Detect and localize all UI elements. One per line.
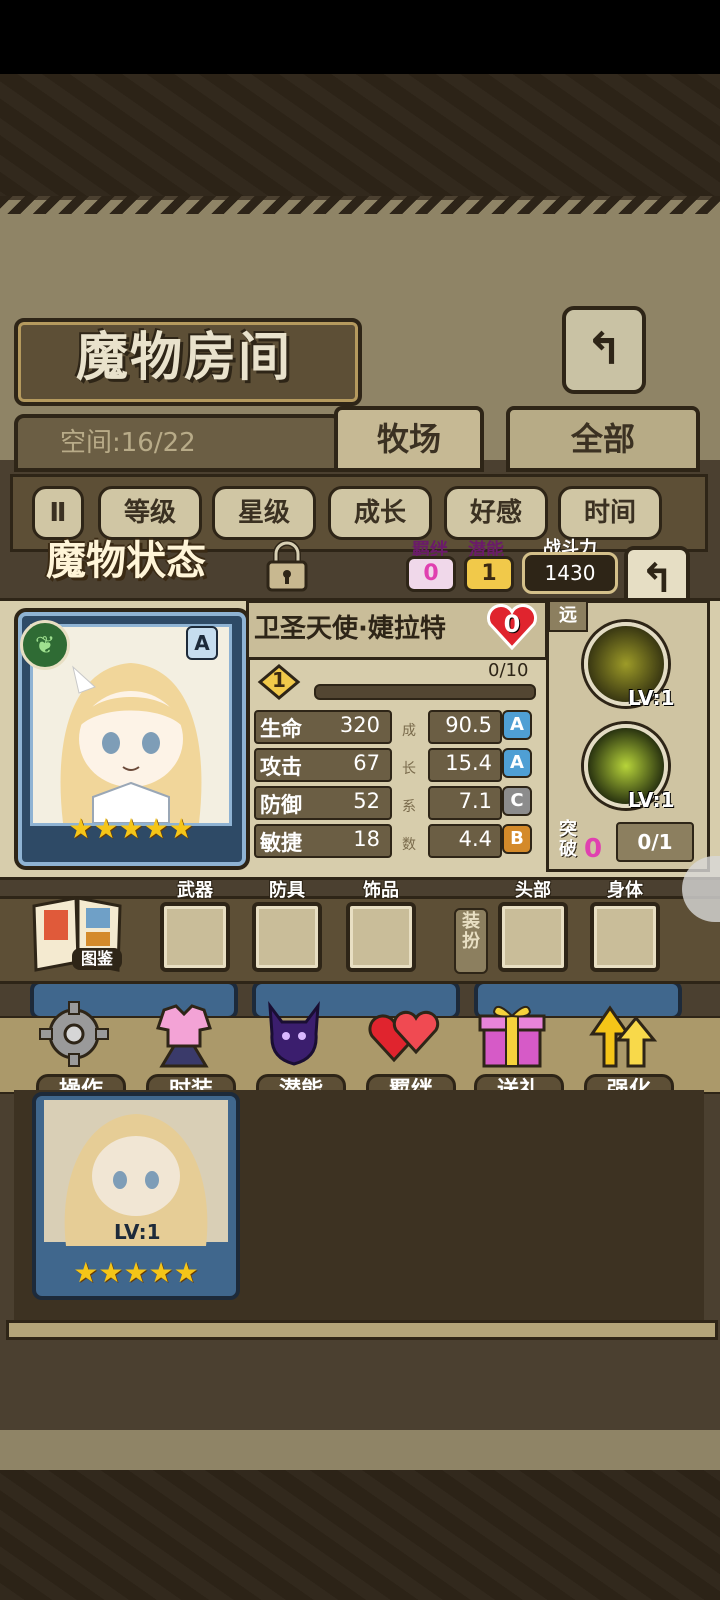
accessory-slot[interactable] <box>346 902 416 972</box>
breakthrough-label: 突破 <box>559 819 577 860</box>
attack-type-badge: 远 <box>548 600 588 632</box>
star-icon: ★ <box>173 1256 199 1289</box>
star-icon: ★ <box>73 1256 99 1289</box>
stat-name: 敏捷 <box>260 831 302 855</box>
dress-up-label: 装扮 <box>454 908 488 974</box>
heart-badge: 0 <box>486 603 538 651</box>
stat-value: 52 <box>353 789 380 813</box>
sort-growth-button[interactable]: 成长 <box>328 486 432 540</box>
level-value: 1 <box>272 668 286 692</box>
growth-value: 15.4 <box>445 751 492 775</box>
grade-badge: A <box>502 748 532 778</box>
slot-label: 身体 <box>607 880 643 901</box>
star-icon: ★ <box>148 1256 174 1289</box>
gift-icon <box>478 1005 546 1068</box>
dress-icon <box>156 1004 212 1068</box>
slot-label: 武器 <box>177 880 213 901</box>
heart-value: 0 <box>503 610 521 638</box>
page-title: 魔物房间 <box>75 327 292 388</box>
upgrade-arrows-icon <box>589 1005 658 1068</box>
gear-icon <box>39 1001 109 1067</box>
grade-badge: B <box>502 824 532 854</box>
card-level: LV:1 <box>114 1220 161 1244</box>
codex-label: 图鉴 <box>72 948 122 970</box>
card-star-rating: ★★★★★ <box>36 1256 236 1289</box>
stat-value: 67 <box>353 751 380 775</box>
bond-value: 0 <box>406 556 456 592</box>
exp-bar <box>314 684 536 700</box>
back-button[interactable]: ↰ <box>562 306 646 394</box>
growth-label-char: 系 <box>402 799 416 815</box>
stat-name: 攻击 <box>260 755 302 779</box>
space-counter: 空间:16/22 <box>60 428 196 458</box>
slot-label: 饰品 <box>363 880 399 901</box>
monster-card[interactable]: LV:1 ★★★★★ <box>32 1092 240 1300</box>
tab-farm[interactable]: 牧场 <box>334 406 484 472</box>
monster-name: 卫圣天使·婕拉特 <box>254 614 446 644</box>
star-rating: ★★★★★ <box>56 812 206 845</box>
torn-edge-bottom <box>0 1430 720 1470</box>
lock-icon[interactable] <box>262 540 312 594</box>
armor-slot[interactable] <box>252 902 322 972</box>
slot-label: 防具 <box>269 880 305 901</box>
list-bottom-border <box>6 1320 718 1340</box>
growth-label-char: 数 <box>402 837 416 853</box>
breakthrough-value: 0 <box>584 834 603 864</box>
codex-button[interactable]: 图鉴 <box>28 892 128 976</box>
star-icon: ★ <box>168 812 194 845</box>
growth-value: 90.5 <box>445 713 492 737</box>
shadow-creature-icon <box>268 1001 320 1066</box>
stat-name: 防御 <box>260 793 302 817</box>
star-icon: ★ <box>118 812 144 845</box>
growth-label: 成 长 系 数 <box>402 712 416 864</box>
return-arrow-icon: ↰ <box>585 324 623 375</box>
star-icon: ★ <box>123 1256 149 1289</box>
slot-label: 头部 <box>515 880 551 901</box>
breakthrough-progress: 0/1 <box>616 822 694 862</box>
body-slot[interactable] <box>590 902 660 972</box>
growth-label-char: 成 <box>402 723 416 739</box>
rank-badge: A <box>186 626 218 660</box>
torn-edge-top <box>0 196 720 214</box>
exp-text: 0/10 <box>488 660 529 681</box>
growth-value: 7.1 <box>458 789 492 813</box>
grade-badge: A <box>502 710 532 740</box>
star-icon: ★ <box>98 1256 124 1289</box>
sort-affinity-button[interactable]: 好感 <box>444 486 548 540</box>
power-value: 1430 <box>522 552 618 594</box>
tab-all[interactable]: 全部 <box>506 406 700 472</box>
head-slot[interactable] <box>498 902 568 972</box>
star-icon: ★ <box>143 812 169 845</box>
level-badge: 1 <box>256 664 302 700</box>
sort-time-button[interactable]: 时间 <box>558 486 662 540</box>
leaf-icon: ❦ <box>34 631 56 659</box>
star-icon: ★ <box>93 812 119 845</box>
stat-value: 320 <box>339 713 380 737</box>
grade-badge: C <box>502 786 532 816</box>
stat-name: 生命 <box>260 717 302 741</box>
growth-label-char: 长 <box>402 761 416 777</box>
skill-level: LV:1 <box>628 788 675 812</box>
skill-level: LV:1 <box>628 686 675 710</box>
weapon-slot[interactable] <box>160 902 230 972</box>
element-badge: ❦ <box>20 620 70 670</box>
star-icon: ★ <box>68 812 94 845</box>
potential-value: 1 <box>464 556 514 592</box>
stat-value: 18 <box>353 827 380 851</box>
state-title: 魔物状态 <box>46 537 206 584</box>
growth-value: 4.4 <box>458 827 492 851</box>
hearts-icon <box>368 1010 440 1063</box>
